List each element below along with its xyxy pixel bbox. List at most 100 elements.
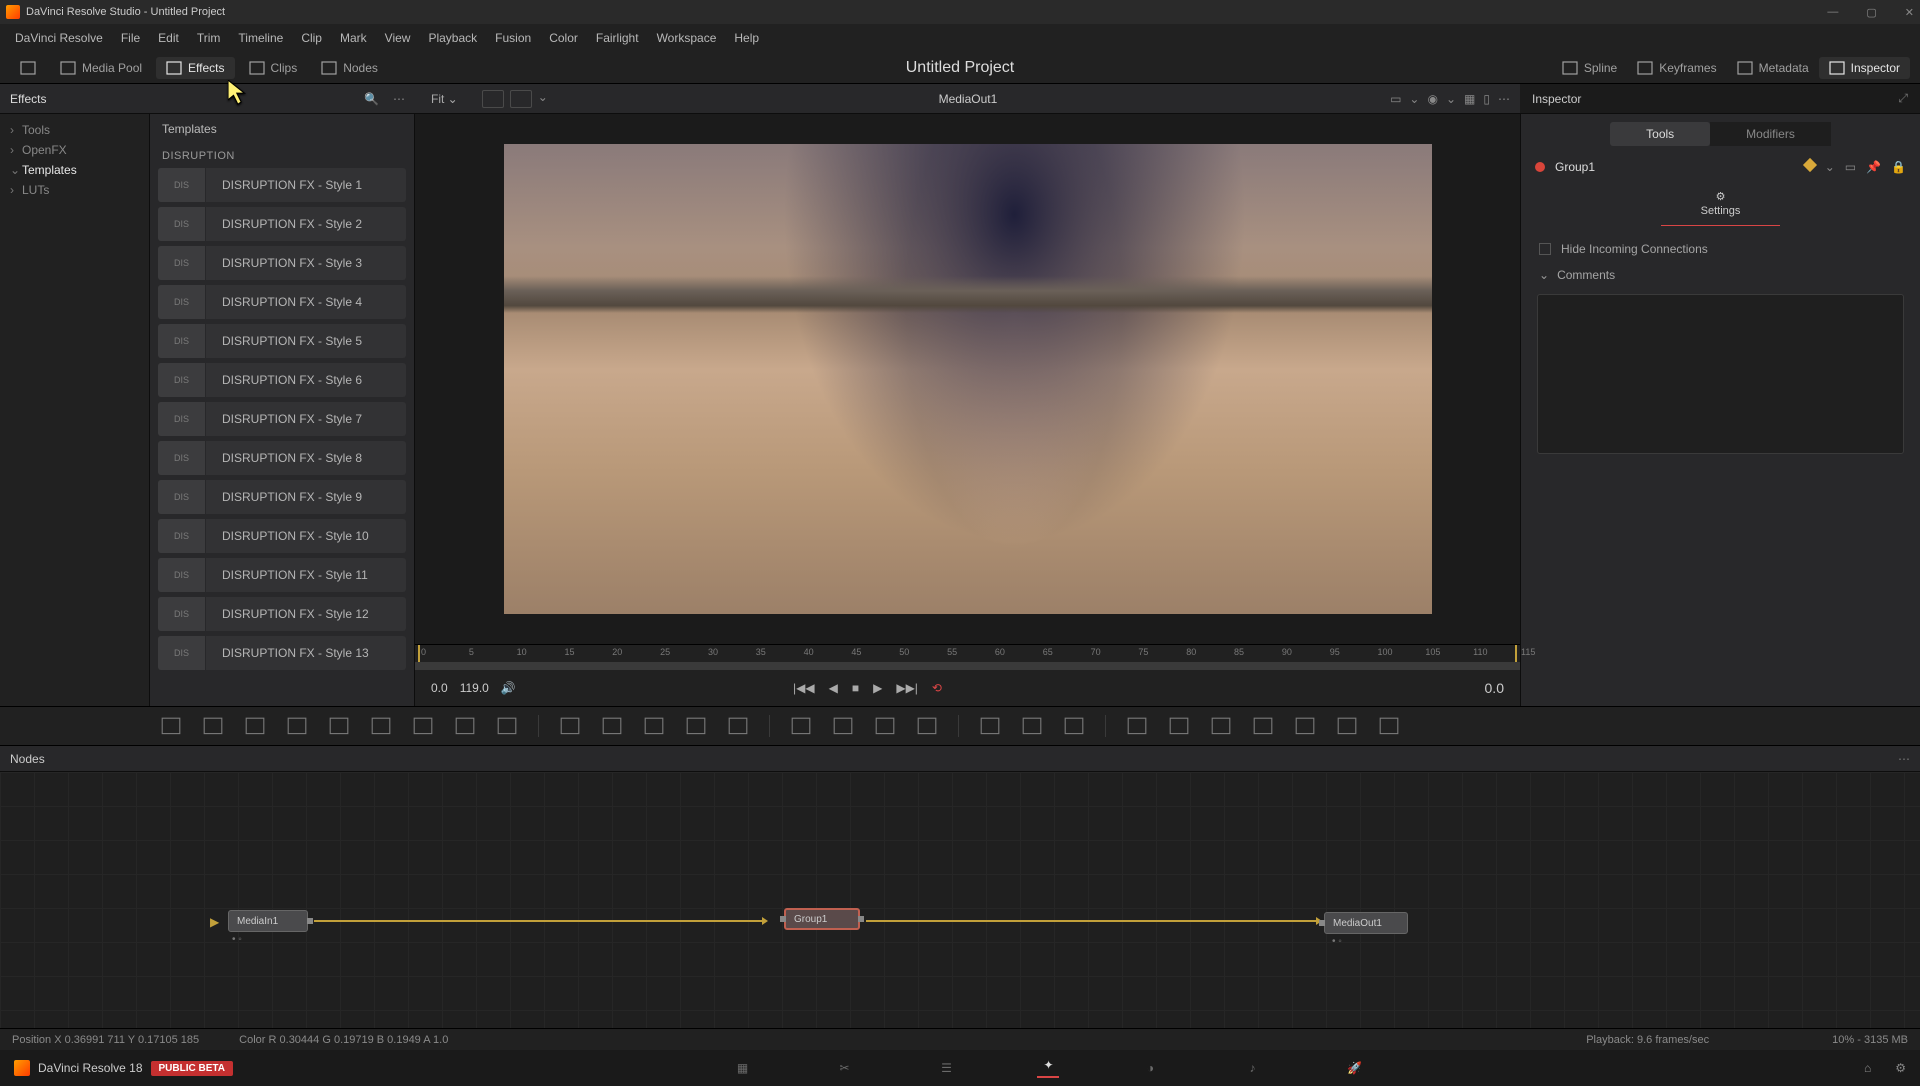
filter-icon[interactable] <box>496 716 518 736</box>
camera3d-icon[interactable] <box>1294 716 1316 736</box>
particle-render-icon[interactable] <box>1021 716 1043 736</box>
image3d-icon[interactable] <box>1168 716 1190 736</box>
viewer-grid-icon[interactable]: ▦ <box>1464 92 1475 106</box>
menu-davinci-resolve[interactable]: DaVinci Resolve <box>6 31 112 45</box>
metadata-button[interactable]: Metadata <box>1727 57 1819 79</box>
edit-page-button[interactable]: ☰ <box>935 1058 957 1078</box>
project-settings-button[interactable]: ⚙ <box>1895 1061 1906 1075</box>
fit-dropdown[interactable]: Fit ⌄ <box>415 92 474 106</box>
cut-page-button[interactable]: ✂ <box>833 1058 855 1078</box>
effect-item[interactable]: DISDISRUPTION FX - Style 8 <box>158 441 406 475</box>
settings-tab[interactable]: ⚙ Settings <box>1661 184 1780 226</box>
scrub-bar[interactable] <box>415 662 1520 670</box>
audio-icon[interactable]: 🔊 <box>501 681 516 695</box>
modifiers-tab[interactable]: Modifiers <box>1710 122 1831 146</box>
tree-tools[interactable]: Tools <box>4 120 145 140</box>
ellipse-icon[interactable] <box>832 716 854 736</box>
viewer-options-icon[interactable]: ⋯ <box>1498 92 1510 106</box>
dropdown-icon-button[interactable] <box>10 57 46 79</box>
viewer-snapshot-icon[interactable]: ◉ <box>1427 92 1437 106</box>
viewport[interactable] <box>415 114 1520 644</box>
keyframe-icon[interactable] <box>1803 158 1817 172</box>
hide-incoming-checkbox[interactable] <box>1539 243 1551 255</box>
menu-mark[interactable]: Mark <box>331 31 376 45</box>
text3d-icon[interactable] <box>1210 716 1232 736</box>
menu-edit[interactable]: Edit <box>149 31 188 45</box>
inspector-expand-icon[interactable]: ⤢ <box>1898 91 1908 106</box>
effect-item[interactable]: DISDISRUPTION FX - Style 11 <box>158 558 406 592</box>
inspector-button[interactable]: Inspector <box>1819 57 1910 79</box>
mediain-view-icon[interactable]: • ◦ <box>232 934 242 945</box>
effect-item[interactable]: DISDISRUPTION FX - Style 13 <box>158 636 406 670</box>
minimize-button[interactable]: — <box>1827 6 1838 19</box>
effect-item[interactable]: DISDISRUPTION FX - Style 4 <box>158 285 406 319</box>
paint-icon[interactable] <box>286 716 308 736</box>
bspline-icon[interactable] <box>916 716 938 736</box>
comments-textarea[interactable] <box>1537 294 1904 454</box>
templates-tab[interactable]: Templates <box>150 114 414 144</box>
viewer-channel-dropdown[interactable]: ⌄ <box>1446 92 1456 106</box>
merge-icon[interactable] <box>559 716 581 736</box>
nodes-options-icon[interactable]: ⋯ <box>1898 752 1910 766</box>
media-page-button[interactable]: ▦ <box>731 1058 753 1078</box>
loop-button[interactable]: ⟲ <box>932 681 942 695</box>
menu-fusion[interactable]: Fusion <box>486 31 540 45</box>
view-mode-dropdown[interactable]: ⌄ <box>538 90 548 108</box>
tools-tab[interactable]: Tools <box>1610 122 1710 146</box>
stop-button[interactable]: ■ <box>852 681 859 695</box>
menu-help[interactable]: Help <box>725 31 768 45</box>
play-button[interactable]: ▶ <box>873 681 882 695</box>
view-mode-1[interactable] <box>482 90 504 108</box>
spline-button[interactable]: Spline <box>1552 57 1627 79</box>
versions-icon[interactable]: ▭ <box>1845 160 1856 174</box>
effect-item[interactable]: DISDISRUPTION FX - Style 6 <box>158 363 406 397</box>
pin-icon[interactable]: 📌 <box>1866 160 1881 174</box>
comments-section[interactable]: Comments <box>1521 262 1920 288</box>
tracker-icon[interactable] <box>370 716 392 736</box>
blur-icon[interactable] <box>412 716 434 736</box>
menu-workspace[interactable]: Workspace <box>648 31 726 45</box>
light3d-icon[interactable] <box>1336 716 1358 736</box>
viewer-roi-icon[interactable]: ▭ <box>1390 92 1401 106</box>
effect-item[interactable]: DISDISRUPTION FX - Style 3 <box>158 246 406 280</box>
mediaout-node[interactable]: MediaOut1 <box>1324 912 1408 934</box>
viewer-split-icon[interactable]: ▯ <box>1483 92 1490 106</box>
search-icon[interactable]: 🔍 <box>364 92 379 106</box>
media-pool-button[interactable]: Media Pool <box>50 57 152 79</box>
shape3d-icon[interactable] <box>1126 716 1148 736</box>
tree-openfx[interactable]: OpenFX <box>4 140 145 160</box>
transform-icon[interactable] <box>601 716 623 736</box>
mediain-node[interactable]: MediaIn1 <box>228 910 308 932</box>
text-icon[interactable] <box>244 716 266 736</box>
deliver-page-button[interactable]: 🚀 <box>1343 1058 1365 1078</box>
selected-node-row[interactable]: Group1 ⌄ ▭ 📌 🔒 <box>1521 154 1920 180</box>
view-mode-2[interactable] <box>510 90 532 108</box>
menu-playback[interactable]: Playback <box>419 31 486 45</box>
letterbox-icon[interactable] <box>727 716 749 736</box>
mask-icon[interactable] <box>328 716 350 736</box>
keyframes-button[interactable]: Keyframes <box>1627 57 1726 79</box>
menu-view[interactable]: View <box>376 31 420 45</box>
rectangle-icon[interactable] <box>790 716 812 736</box>
effects-menu-icon[interactable]: ⋯ <box>393 92 405 106</box>
menu-clip[interactable]: Clip <box>292 31 331 45</box>
color-page-button[interactable]: ◑ <box>1139 1058 1161 1078</box>
play-reverse-button[interactable]: ◀ <box>829 681 838 695</box>
dissolve-icon[interactable] <box>202 716 224 736</box>
time-ruler[interactable]: 0510152025303540455055606570758085909510… <box>415 644 1520 662</box>
particle-merge-icon[interactable] <box>1063 716 1085 736</box>
effect-item[interactable]: DISDISRUPTION FX - Style 1 <box>158 168 406 202</box>
crop-icon[interactable] <box>685 716 707 736</box>
tree-luts[interactable]: LUTs <box>4 180 145 200</box>
menu-color[interactable]: Color <box>540 31 587 45</box>
node-dropdown-icon[interactable]: ⌄ <box>1825 160 1835 174</box>
last-frame-button[interactable]: ▶▶| <box>896 681 918 695</box>
polygon-icon[interactable] <box>874 716 896 736</box>
current-time[interactable]: 0.0 <box>1485 680 1504 696</box>
effect-item[interactable]: DISDISRUPTION FX - Style 10 <box>158 519 406 553</box>
light-icon[interactable] <box>454 716 476 736</box>
tree-templates[interactable]: Templates <box>4 160 145 180</box>
clips-button[interactable]: Clips <box>239 57 308 79</box>
menu-timeline[interactable]: Timeline <box>229 31 292 45</box>
home-button[interactable]: ⌂ <box>1864 1061 1871 1075</box>
